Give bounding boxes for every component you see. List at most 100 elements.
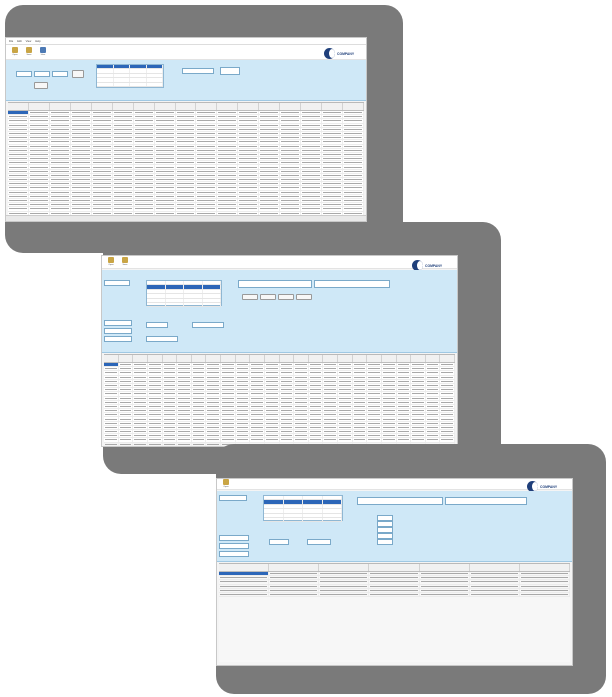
column-header[interactable] — [134, 103, 155, 110]
column-header[interactable] — [113, 103, 134, 110]
filter-input[interactable] — [146, 336, 178, 342]
cell-value-placeholder — [412, 405, 424, 407]
column-header[interactable] — [411, 355, 426, 362]
column-header[interactable] — [301, 103, 323, 110]
table-cell — [206, 417, 221, 421]
column-header[interactable] — [338, 355, 353, 362]
column-header[interactable] — [309, 355, 324, 362]
filter-input[interactable] — [307, 539, 331, 545]
reset-button[interactable] — [34, 82, 48, 89]
column-header[interactable] — [280, 355, 295, 362]
range-input[interactable] — [445, 497, 527, 505]
column-header[interactable] — [470, 564, 520, 571]
search-input[interactable] — [104, 280, 130, 286]
column-header[interactable] — [29, 103, 50, 110]
option-button[interactable] — [296, 294, 312, 300]
filter-input[interactable] — [219, 535, 249, 541]
column-header[interactable] — [397, 355, 412, 362]
date-input[interactable] — [182, 68, 214, 74]
column-header[interactable] — [119, 355, 134, 362]
toolbar-user-button[interactable]: User — [39, 47, 47, 57]
column-header[interactable] — [259, 103, 281, 110]
filter-input[interactable] — [52, 71, 68, 77]
table-cell — [177, 375, 192, 379]
table-row[interactable] — [219, 592, 570, 598]
column-header[interactable] — [236, 355, 251, 362]
column-header[interactable] — [265, 355, 280, 362]
column-header[interactable] — [148, 355, 163, 362]
cell-value-placeholder — [339, 418, 351, 420]
parameter-input[interactable] — [377, 539, 393, 545]
filter-input[interactable] — [269, 539, 289, 545]
column-header[interactable] — [177, 355, 192, 362]
summary-row[interactable] — [147, 302, 221, 308]
column-header[interactable] — [426, 355, 441, 362]
column-header[interactable] — [155, 103, 176, 110]
table-cell — [29, 169, 50, 173]
range-input[interactable] — [314, 280, 390, 288]
column-header[interactable] — [196, 103, 218, 110]
filter-input[interactable] — [219, 543, 249, 549]
filter-input[interactable] — [146, 322, 168, 328]
option-button[interactable] — [278, 294, 294, 300]
column-header[interactable] — [420, 564, 470, 571]
column-header[interactable] — [163, 355, 178, 362]
column-header[interactable] — [369, 564, 420, 571]
option-button[interactable] — [260, 294, 276, 300]
column-header[interactable] — [294, 355, 309, 362]
column-header[interactable] — [8, 103, 29, 110]
toolbar-open-button[interactable]: Open — [222, 479, 230, 489]
column-header[interactable] — [520, 564, 570, 571]
column-header[interactable] — [440, 355, 455, 362]
column-header[interactable] — [221, 355, 236, 362]
filter-input[interactable] — [34, 71, 50, 77]
value-input[interactable] — [220, 67, 240, 75]
column-header[interactable] — [382, 355, 397, 362]
table-cell — [259, 127, 281, 131]
toolbar-open-button[interactable]: Open — [11, 47, 19, 57]
column-header[interactable] — [343, 103, 364, 110]
range-input[interactable] — [357, 497, 443, 505]
column-header[interactable] — [367, 355, 382, 362]
column-header[interactable] — [322, 103, 343, 110]
filter-input[interactable] — [192, 322, 224, 328]
column-header[interactable] — [319, 564, 370, 571]
menu-item-view[interactable]: View — [26, 40, 32, 43]
column-header[interactable] — [269, 564, 320, 571]
column-header[interactable] — [238, 103, 260, 110]
toolbar-open-button[interactable]: Open — [107, 257, 115, 267]
column-header[interactable] — [219, 564, 270, 571]
option-button[interactable] — [242, 294, 258, 300]
menu-item-help[interactable]: Help — [35, 40, 40, 43]
column-header[interactable] — [280, 103, 302, 110]
column-header[interactable] — [250, 355, 265, 362]
column-header[interactable] — [92, 103, 113, 110]
table-cell — [250, 396, 265, 400]
column-header[interactable] — [206, 355, 221, 362]
table-cell — [520, 576, 570, 580]
menu-item-edit[interactable]: Edit — [17, 40, 21, 43]
column-header[interactable] — [217, 103, 239, 110]
search-input[interactable] — [219, 495, 247, 501]
filter-input[interactable] — [104, 336, 132, 342]
column-header[interactable] — [323, 355, 338, 362]
range-input[interactable] — [238, 280, 312, 288]
menu-item-file[interactable]: File — [9, 40, 13, 43]
summary-row[interactable] — [264, 517, 342, 523]
column-header[interactable] — [104, 355, 119, 362]
summary-row[interactable] — [97, 82, 163, 87]
search-button[interactable] — [72, 70, 84, 78]
filter-input[interactable] — [16, 71, 32, 77]
column-header[interactable] — [353, 355, 368, 362]
filter-input[interactable] — [104, 328, 132, 334]
toolbar-save-button[interactable]: Save — [121, 257, 129, 267]
column-header[interactable] — [50, 103, 71, 110]
column-header[interactable] — [192, 355, 207, 362]
column-header[interactable] — [176, 103, 197, 110]
toolbar-save-button[interactable]: Save — [25, 47, 33, 57]
column-header[interactable] — [133, 355, 148, 362]
column-header[interactable] — [71, 103, 92, 110]
filter-input[interactable] — [104, 320, 132, 326]
table-cell — [338, 438, 353, 442]
filter-input[interactable] — [219, 551, 249, 557]
